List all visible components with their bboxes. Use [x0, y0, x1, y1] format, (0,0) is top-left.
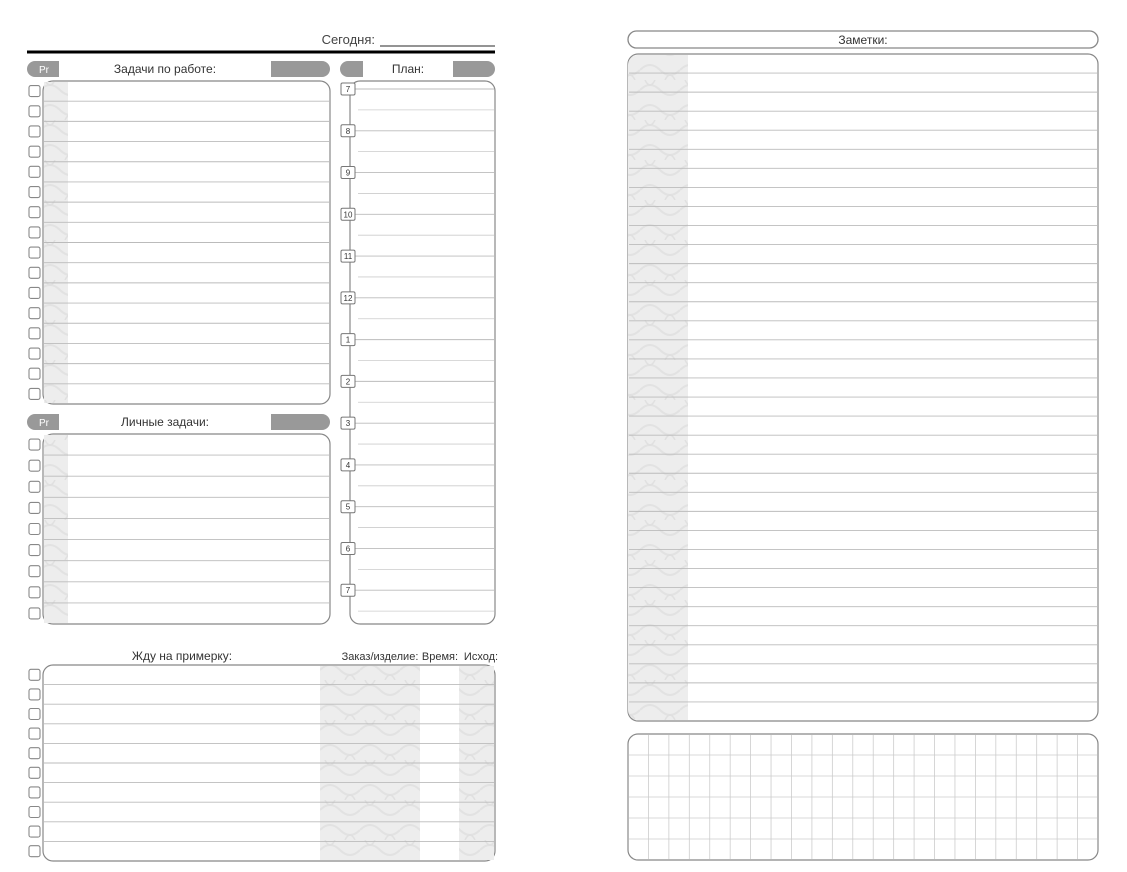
work-tasks-box[interactable]: [29, 81, 330, 404]
hour-label: 10: [344, 210, 353, 219]
checkbox[interactable]: [29, 146, 40, 157]
checkbox[interactable]: [29, 328, 40, 339]
hour-label: 3: [346, 419, 351, 428]
checkbox[interactable]: [29, 247, 40, 258]
hour-label: 6: [346, 544, 351, 553]
work-pr-badge: Pr: [39, 65, 50, 76]
checkbox[interactable]: [29, 308, 40, 319]
checkbox[interactable]: [29, 709, 40, 720]
checkbox[interactable]: [29, 388, 40, 399]
fitting-headers: Жду на примерку: Заказ/изделие: Время: И…: [132, 649, 498, 663]
hour-label: 7: [346, 85, 351, 94]
fitting-col-time: Время:: [422, 651, 458, 663]
personal-pr-badge: Pr: [39, 418, 50, 429]
personal-tasks-header: Pr Личные задачи:: [27, 414, 330, 430]
hour-label: 7: [346, 586, 351, 595]
hour-label: 9: [346, 169, 351, 178]
checkbox[interactable]: [29, 166, 40, 177]
checkbox[interactable]: [29, 227, 40, 238]
fitting-col-order: Заказ/изделие:: [342, 651, 419, 663]
hour-label: 5: [346, 503, 351, 512]
checkbox[interactable]: [29, 106, 40, 117]
fitting-title: Жду на примерку:: [132, 649, 232, 663]
hour-label: 8: [346, 127, 351, 136]
checkbox[interactable]: [29, 460, 40, 471]
personal-tasks-title: Личные задачи:: [121, 415, 209, 429]
hour-label: 11: [344, 252, 353, 261]
plan-box[interactable]: 7891011121234567: [341, 81, 495, 624]
checkbox[interactable]: [29, 267, 40, 278]
plan-header: План:: [340, 61, 495, 77]
checkbox[interactable]: [29, 846, 40, 857]
checkbox[interactable]: [29, 728, 40, 739]
checkbox[interactable]: [29, 207, 40, 218]
notes-box[interactable]: [628, 54, 1098, 721]
personal-tasks-box[interactable]: [29, 434, 330, 624]
checkbox[interactable]: [29, 826, 40, 837]
fitting-box[interactable]: [29, 665, 495, 861]
checkbox[interactable]: [29, 669, 40, 680]
checkbox[interactable]: [29, 502, 40, 513]
checkbox[interactable]: [29, 368, 40, 379]
today-label: Сегодня:: [322, 32, 375, 47]
checkbox[interactable]: [29, 767, 40, 778]
hour-label: 4: [346, 461, 351, 470]
plan-title: План:: [392, 62, 424, 76]
hour-label: 1: [346, 336, 351, 345]
checkbox[interactable]: [29, 524, 40, 535]
checkbox[interactable]: [29, 439, 40, 450]
checkbox[interactable]: [29, 126, 40, 137]
grid-box[interactable]: [628, 734, 1098, 860]
fitting-col-result: Исход:: [464, 651, 498, 663]
checkbox[interactable]: [29, 807, 40, 818]
hour-label: 12: [344, 294, 353, 303]
left-page: Сегодня: Pr Задачи по работе: Pr Личные …: [27, 32, 498, 861]
checkbox[interactable]: [29, 481, 40, 492]
checkbox[interactable]: [29, 748, 40, 759]
checkbox[interactable]: [29, 348, 40, 359]
checkbox[interactable]: [29, 566, 40, 577]
checkbox[interactable]: [29, 86, 40, 97]
checkbox[interactable]: [29, 545, 40, 556]
checkbox[interactable]: [29, 187, 40, 198]
notes-header: Заметки:: [628, 31, 1098, 48]
checkbox[interactable]: [29, 287, 40, 298]
checkbox[interactable]: [29, 787, 40, 798]
hour-label: 2: [346, 377, 351, 386]
notes-title: Заметки:: [838, 33, 887, 47]
right-page: Заметки:: [628, 31, 1098, 860]
today-field: Сегодня:: [322, 32, 495, 47]
work-tasks-title: Задачи по работе:: [114, 62, 216, 76]
work-tasks-header: Pr Задачи по работе:: [27, 61, 330, 77]
checkbox[interactable]: [29, 587, 40, 598]
checkbox[interactable]: [29, 608, 40, 619]
checkbox[interactable]: [29, 689, 40, 700]
